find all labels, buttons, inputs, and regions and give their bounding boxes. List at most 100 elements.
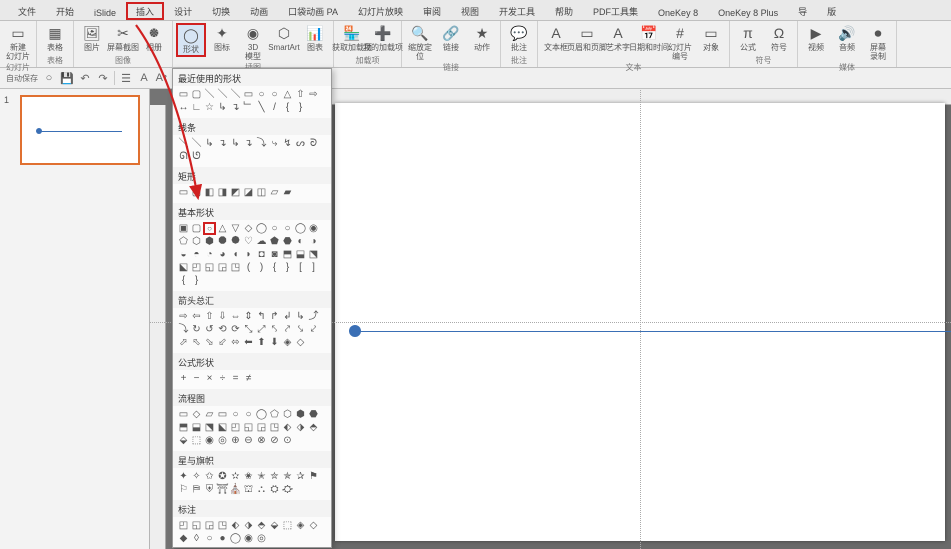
shape-cell[interactable]: ✪ (216, 470, 229, 483)
redo-icon[interactable]: ↷ (96, 71, 110, 85)
shape-cell[interactable]: ᘏ (177, 150, 190, 163)
shape-cell[interactable]: ÷ (216, 372, 229, 385)
object-button[interactable]: ▭对象 (696, 23, 726, 53)
shape-cell[interactable]: ╲ (255, 101, 268, 114)
shape-cell[interactable]: [ (294, 261, 307, 274)
symbol-button[interactable]: Ω符号 (764, 23, 794, 53)
shape-cell[interactable]: ◲ (255, 421, 268, 434)
shape-cell[interactable]: ✯ (281, 470, 294, 483)
shape-cell[interactable]: { (281, 101, 294, 114)
shape-cell[interactable]: ᘎ (190, 150, 203, 163)
shape-cell[interactable]: ⬣ (307, 408, 320, 421)
shape-cell[interactable]: ∟ (190, 101, 203, 114)
shape-cell[interactable]: ⬗ (294, 421, 307, 434)
shape-cell[interactable]: ⊗ (255, 434, 268, 447)
shape-cell[interactable]: ⯄ (229, 235, 242, 248)
shape-cell[interactable]: ▱ (268, 186, 281, 199)
shape-cell[interactable]: ⬔ (307, 248, 320, 261)
shape-line[interactable] (355, 331, 951, 332)
smartart-button[interactable]: ⬡SmartArt (269, 23, 299, 53)
shape-cell[interactable]: ⇦ (190, 310, 203, 323)
shape-cell[interactable]: ⛫ (242, 483, 255, 496)
shape-cell[interactable]: ↔ (177, 101, 190, 114)
tab-审阅[interactable]: 审阅 (413, 2, 451, 20)
equation-button[interactable]: π公式 (733, 23, 763, 53)
shape-cell[interactable]: ◲ (203, 519, 216, 532)
autosave-toggle[interactable]: ○ (42, 71, 56, 85)
shape-cell[interactable]: ◩ (229, 186, 242, 199)
shape-cell[interactable]: ⬢ (294, 408, 307, 421)
shape-cell[interactable]: ▢ (190, 88, 203, 101)
shape-cell[interactable]: ＼ (203, 88, 216, 101)
tool-icon[interactable]: ☰ (119, 71, 133, 85)
new-slide-button[interactable]: ▭新建幻灯片 (3, 23, 33, 62)
shape-cell[interactable]: ◇ (242, 222, 255, 235)
shape-cell[interactable]: ⤦ (307, 323, 320, 336)
shape-cell[interactable]: ↰ (255, 310, 268, 323)
shape-cell[interactable]: ↲ (281, 310, 294, 323)
tab-设计[interactable]: 设计 (164, 2, 202, 20)
shape-cell[interactable]: ⊙ (281, 434, 294, 447)
shapes-button[interactable]: ◯形状 (176, 23, 206, 57)
shape-cell[interactable]: ⇨ (177, 310, 190, 323)
shape-cell[interactable]: ⬢ (203, 235, 216, 248)
shape-cell[interactable]: ◱ (190, 519, 203, 532)
chart-button[interactable]: 📊图表 (300, 23, 330, 53)
shape-cell[interactable]: ＼ (190, 137, 203, 150)
shape-cell[interactable]: ◱ (242, 421, 255, 434)
save-icon[interactable]: 💾 (60, 71, 74, 85)
shape-cell[interactable]: { (268, 261, 281, 274)
shape-cell[interactable]: = (229, 372, 242, 385)
tab-切换[interactable]: 切换 (202, 2, 240, 20)
photo-album-button[interactable]: 🞿相册 (139, 23, 169, 53)
shape-cell[interactable]: ﹂ (242, 101, 255, 114)
shape-cell[interactable]: ◈ (294, 519, 307, 532)
shape-cell[interactable]: ⬠ (268, 408, 281, 421)
shape-cell[interactable]: ◊ (190, 532, 203, 545)
tab-PDF工具集[interactable]: PDF工具集 (583, 2, 648, 20)
tab-口袋动画 PA[interactable]: 口袋动画 PA (278, 2, 348, 20)
shape-cell[interactable]: ↱ (268, 310, 281, 323)
shape-cell[interactable]: ◰ (177, 519, 190, 532)
shape-cell[interactable]: × (203, 372, 216, 385)
shape-cell[interactable]: ▽ (229, 222, 242, 235)
shape-cell[interactable]: ⬓ (190, 421, 203, 434)
shape-cell[interactable]: ⬓ (294, 248, 307, 261)
screen-rec-button[interactable]: ⏺屏幕录制 (863, 23, 893, 62)
shape-cell[interactable]: ⬖ (229, 519, 242, 532)
tab-iSlide[interactable]: iSlide (84, 5, 126, 20)
shape-cell[interactable]: ◎ (216, 434, 229, 447)
screenshot-button[interactable]: ✂屏幕截图 (108, 23, 138, 53)
tab-版[interactable]: 版 (817, 2, 846, 20)
shape-cell[interactable]: ⬕ (177, 261, 190, 274)
shape-cell[interactable]: ⬒ (177, 421, 190, 434)
slide-number-button[interactable]: #幻灯片编号 (665, 23, 695, 62)
shape-cell[interactable]: ◉ (242, 532, 255, 545)
shape-cell[interactable]: ◖ (229, 248, 242, 261)
shape-cell[interactable]: ◉ (307, 222, 320, 235)
shape-cell[interactable]: ◯ (294, 222, 307, 235)
shape-cell[interactable]: ⬕ (216, 421, 229, 434)
shape-cell[interactable]: ✧ (190, 470, 203, 483)
shape-cell[interactable]: ⇧ (294, 88, 307, 101)
shape-cell[interactable]: ⬂ (203, 336, 216, 349)
shape-cell[interactable]: ◫ (255, 186, 268, 199)
tab-开始[interactable]: 开始 (46, 2, 84, 20)
shape-cell[interactable]: ⇧ (203, 310, 216, 323)
shape-cell[interactable]: ⚐ (177, 483, 190, 496)
shape-cell[interactable]: ⤢ (255, 323, 268, 336)
shape-cell[interactable]: ⬗ (242, 519, 255, 532)
shape-cell[interactable]: ⬡ (190, 235, 203, 248)
shape-cell[interactable]: ◈ (281, 336, 294, 349)
shape-cell[interactable]: ▭ (177, 408, 190, 421)
shape-cell[interactable]: ◰ (229, 421, 242, 434)
shape-cell[interactable]: ⚑ (307, 470, 320, 483)
shape-cell[interactable]: ◲ (216, 261, 229, 274)
shape-cell[interactable]: / (268, 101, 281, 114)
shape-cell[interactable]: ⬒ (281, 248, 294, 261)
shape-cell[interactable]: ◙ (268, 248, 281, 261)
shape-cell[interactable]: ◳ (268, 421, 281, 434)
shape-cell[interactable]: ⬘ (307, 421, 320, 434)
shape-cell[interactable]: ▱ (203, 408, 216, 421)
shape-cell[interactable]: ○ (203, 532, 216, 545)
